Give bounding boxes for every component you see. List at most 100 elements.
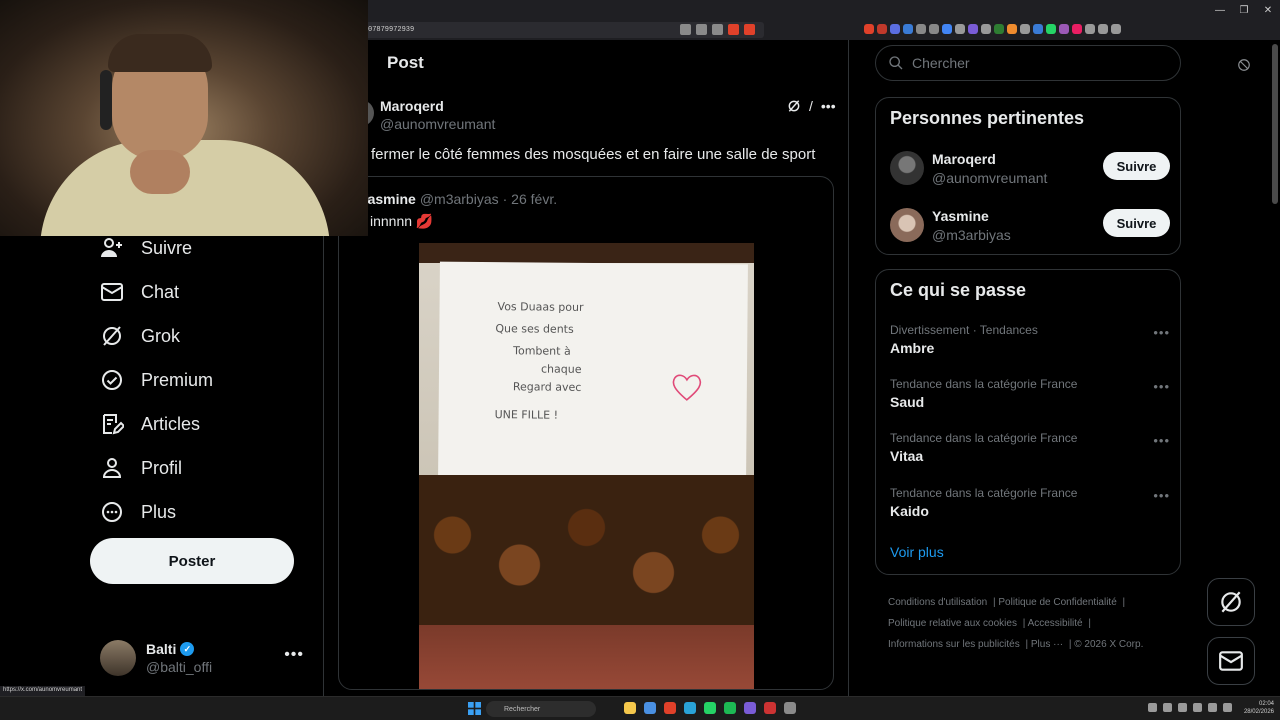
more-horizontal-icon[interactable]: ••• — [1153, 379, 1170, 394]
footer-link[interactable]: Plus ··· — [1031, 639, 1063, 650]
windows-start-icon[interactable] — [468, 702, 481, 715]
whatsapp-icon[interactable] — [704, 702, 716, 714]
tray-icon[interactable] — [1148, 703, 1157, 712]
app-icon[interactable] — [764, 702, 776, 714]
nav-item-grok[interactable]: Grok — [90, 314, 320, 358]
screen-icon[interactable] — [696, 24, 707, 35]
article-edit-icon — [103, 414, 124, 435]
extension-icon[interactable] — [1098, 24, 1108, 34]
block-icon[interactable] — [1237, 58, 1251, 72]
extension-icon[interactable] — [929, 24, 939, 34]
extension-icon[interactable] — [981, 24, 991, 34]
grok-icon — [1221, 591, 1241, 613]
trend-item[interactable]: Tendance dans la catégorie France Kaido … — [890, 486, 1170, 519]
nav-item-label: Premium — [141, 369, 214, 390]
wifi-icon[interactable] — [1193, 703, 1202, 712]
footer-link[interactable]: Accessibilité — [1028, 618, 1083, 629]
follow-button[interactable]: Suivre — [1103, 152, 1170, 180]
footer-link[interactable]: Politique de Confidentialité — [998, 597, 1116, 608]
zoom-icon[interactable] — [680, 24, 691, 35]
nav-item-label: Plus — [141, 501, 177, 522]
telegram-icon[interactable] — [684, 702, 696, 714]
settings-icon[interactable] — [784, 702, 796, 714]
volume-icon[interactable] — [1208, 703, 1217, 712]
profile-icon — [102, 458, 122, 478]
tray-icon[interactable] — [1178, 703, 1187, 712]
nav-item-profil[interactable]: Profil — [90, 446, 320, 490]
scrollbar[interactable] — [1272, 44, 1278, 204]
extension-icon[interactable] — [955, 24, 965, 34]
trend-item[interactable]: Divertissement · Tendances Ambre ••• — [890, 323, 1170, 356]
extension-icon[interactable] — [942, 24, 952, 34]
person-row[interactable]: Yasmine @m3arbiyas Suivre — [890, 205, 1170, 245]
footer-link[interactable]: Informations sur les publicités — [888, 639, 1020, 650]
clock-date: 28/02/2026 — [1243, 709, 1274, 715]
footer-link[interactable]: Politique relative aux cookies — [888, 618, 1017, 629]
more-horizontal-icon[interactable]: ••• — [1153, 433, 1170, 448]
nav-item-plus[interactable]: Plus — [90, 490, 320, 534]
share-icon[interactable] — [712, 24, 723, 35]
nav-item-chat[interactable]: Chat — [90, 270, 320, 314]
taskbar-clock[interactable]: 02:04 28/02/2026 — [1244, 700, 1274, 716]
person-add-icon — [101, 238, 122, 257]
more-horizontal-icon[interactable]: ••• — [284, 646, 304, 664]
extension-icon[interactable] — [1059, 24, 1069, 34]
footer-link[interactable]: Conditions d'utilisation — [888, 597, 987, 608]
extension-icon[interactable] — [916, 24, 926, 34]
brave-shield-icon[interactable] — [728, 24, 739, 35]
search-icon — [889, 56, 903, 70]
poster-button[interactable]: Poster — [90, 538, 294, 584]
note-line: UNE FILLE ! — [494, 408, 559, 422]
person-handle: @m3arbiyas — [932, 226, 1011, 243]
extension-icon[interactable] — [890, 24, 900, 34]
follow-button[interactable]: Suivre — [1103, 209, 1170, 237]
grok-icon[interactable] — [787, 99, 801, 113]
person-row[interactable]: Maroqerd @aunomvreumant Suivre — [890, 148, 1170, 188]
extension-icon[interactable] — [1020, 24, 1030, 34]
column-divider — [323, 236, 324, 696]
trend-item[interactable]: Tendance dans la catégorie France Vitaa … — [890, 431, 1170, 464]
extension-icon[interactable] — [1111, 24, 1121, 34]
extension-icon[interactable] — [903, 24, 913, 34]
spotify-icon[interactable] — [724, 702, 736, 714]
extension-icon[interactable] — [1085, 24, 1095, 34]
post-image[interactable]: Vos Duaas pour Que ses dents Tombent à c… — [419, 243, 754, 689]
avatar — [100, 640, 136, 676]
restore-icon[interactable]: ❐ — [1232, 0, 1256, 20]
tray-icon[interactable] — [1163, 703, 1172, 712]
post-author[interactable]: Maroqerd @aunomvreumant — [380, 98, 495, 132]
search-box[interactable] — [875, 45, 1181, 81]
quoted-post[interactable]: Yasmine @m3arbiyas · 26 févr. innnnn 💋 V… — [338, 176, 834, 690]
trend-item[interactable]: Tendance dans la catégorie France Saud •… — [890, 377, 1170, 410]
more-horizontal-icon[interactable]: ••• — [1153, 325, 1170, 340]
extension-icon[interactable] — [864, 24, 874, 34]
extension-icon[interactable] — [877, 24, 887, 34]
taskbar-search[interactable]: Rechercher — [486, 701, 596, 717]
close-icon[interactable]: ✕ — [1256, 0, 1280, 20]
show-more-link[interactable]: Voir plus — [890, 544, 944, 560]
minimize-icon[interactable]: — — [1208, 0, 1232, 20]
heart-drawing-icon — [672, 374, 702, 401]
messages-floating-button[interactable] — [1207, 637, 1255, 685]
extension-icon[interactable] — [968, 24, 978, 34]
grok-floating-button[interactable] — [1207, 578, 1255, 626]
battery-icon[interactable] — [1223, 703, 1232, 712]
slash-icon[interactable]: / — [809, 98, 813, 114]
more-horizontal-icon[interactable]: ••• — [1153, 488, 1170, 503]
extension-icon[interactable] — [1007, 24, 1017, 34]
extension-icon[interactable] — [1072, 24, 1082, 34]
more-horizontal-icon[interactable]: ••• — [821, 98, 836, 114]
extension-icon[interactable] — [1046, 24, 1056, 34]
extension-icon[interactable] — [994, 24, 1004, 34]
search-input[interactable] — [912, 55, 1152, 71]
account-switcher[interactable]: Balti ✓ @balti_offi ••• — [100, 638, 310, 678]
nav-item-premium[interactable]: Premium — [90, 358, 320, 402]
quoted-post-text: innnnn 💋 — [370, 213, 434, 229]
extension-icon[interactable] — [1033, 24, 1043, 34]
app-icon[interactable] — [644, 702, 656, 714]
rewards-icon[interactable] — [744, 24, 755, 35]
nav-item-articles[interactable]: Articles — [90, 402, 320, 446]
brave-icon[interactable] — [664, 702, 676, 714]
discord-icon[interactable] — [744, 702, 756, 714]
file-explorer-icon[interactable] — [624, 702, 636, 714]
